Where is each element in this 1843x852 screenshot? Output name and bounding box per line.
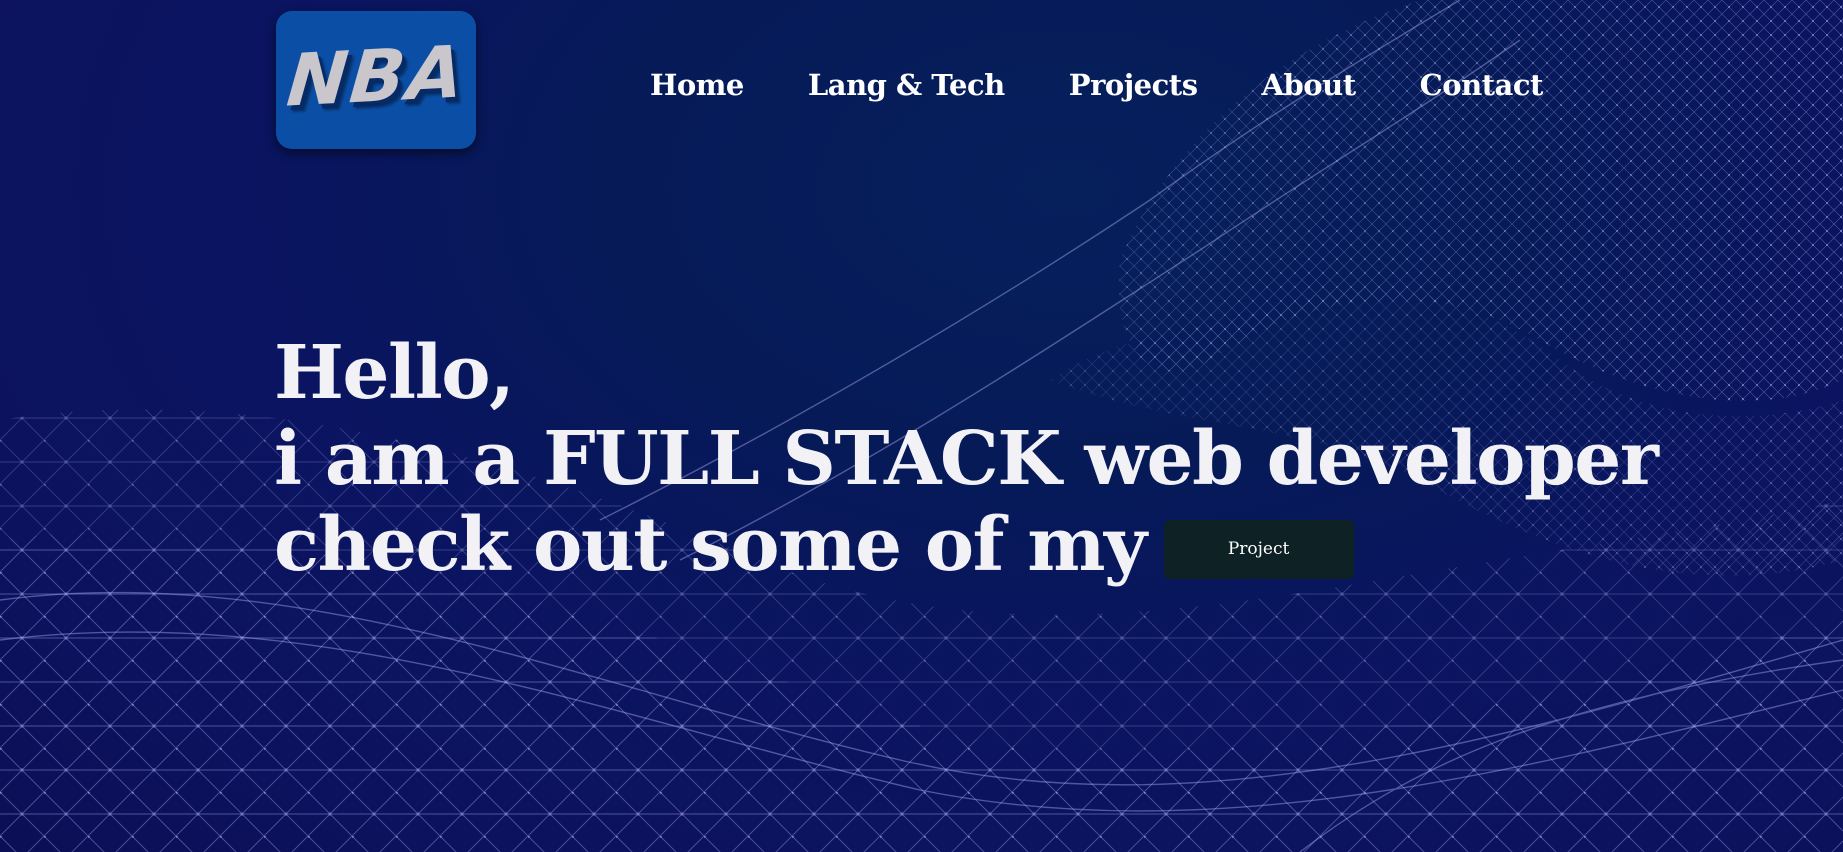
nav-item-projects[interactable]: Projects (1069, 68, 1198, 102)
hero-greeting: Hello, (274, 330, 515, 416)
main-nav: Home Lang & Tech Projects About Contact (650, 68, 1543, 102)
nav-item-about[interactable]: About (1262, 68, 1357, 102)
logo-text: NBA (283, 29, 469, 123)
hero-cta-text: check out some of my (274, 502, 1147, 588)
nav-item-contact[interactable]: Contact (1420, 68, 1544, 102)
project-button[interactable]: Project (1163, 519, 1354, 579)
hero-cta-line: check out some of my Project (274, 502, 1657, 588)
site-logo[interactable]: NBA (276, 11, 476, 149)
nav-item-lang-tech[interactable]: Lang & Tech (808, 68, 1005, 102)
nav-item-home[interactable]: Home (650, 68, 744, 102)
hero-role-line: i am a FULL STACK web developer (274, 416, 1659, 502)
hero-section: Hello, i am a FULL STACK web developer c… (274, 330, 1659, 588)
